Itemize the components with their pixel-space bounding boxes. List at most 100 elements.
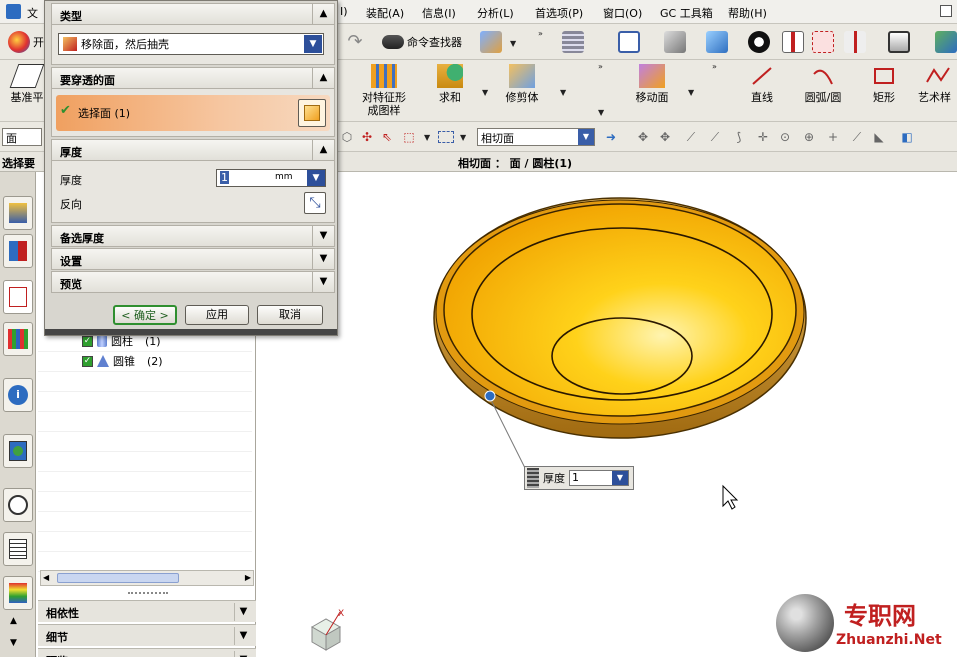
details-panel[interactable]: 细节 ▼ xyxy=(38,624,256,646)
info-tab[interactable]: i xyxy=(3,378,33,412)
fit-view-icon[interactable] xyxy=(618,31,640,53)
face-rule-select[interactable]: 相切面 ▼ xyxy=(477,128,595,146)
datum-plane-button[interactable]: 基准平 xyxy=(6,64,48,104)
menu-tools[interactable]: I) xyxy=(340,5,348,18)
3d-box-icon[interactable] xyxy=(935,31,957,53)
alt-thickness-section-header[interactable]: 备选厚度 ▼ xyxy=(51,225,335,247)
snap-center-icon[interactable]: ⊙ xyxy=(778,130,792,144)
feature-select-icon[interactable]: ⇖ xyxy=(380,130,394,144)
thickness-input[interactable]: 1 mm ▼ xyxy=(216,169,326,187)
pattern-feature-button[interactable]: 对特征形 成图样 xyxy=(354,64,414,117)
cancel-button[interactable]: 取消 xyxy=(257,305,323,325)
chevron-down-icon[interactable]: ▼ xyxy=(234,603,252,621)
menu-preferences[interactable]: 首选项(P) xyxy=(535,5,583,21)
toolbar-overflow-icon[interactable]: » xyxy=(712,62,717,71)
snap-on-face-icon[interactable]: ◣ xyxy=(872,130,886,144)
section-view-icon[interactable] xyxy=(782,31,804,53)
type-filter-select[interactable]: 面 xyxy=(2,128,42,146)
horizontal-scrollbar[interactable]: ◀ ▶ xyxy=(40,570,254,586)
redo-icon[interactable]: ↷ xyxy=(344,31,366,53)
move-face-button[interactable]: 移动面 xyxy=(628,64,676,104)
view-orient-icon[interactable] xyxy=(664,31,686,53)
palette-tab[interactable] xyxy=(3,576,33,610)
history-tab[interactable] xyxy=(3,488,33,522)
part-navigator-tab[interactable] xyxy=(3,196,33,230)
chevron-down-icon[interactable]: ▼ xyxy=(234,651,252,657)
chevron-down-icon[interactable]: ▼ xyxy=(460,133,466,142)
drag-grip-icon[interactable] xyxy=(527,468,539,488)
menu-help[interactable]: 帮助(H) xyxy=(728,5,767,21)
snap-curve-icon[interactable]: ⟆ xyxy=(732,130,746,144)
toolbar-overflow-icon[interactable]: » xyxy=(538,29,543,38)
snap-midpoint-icon[interactable]: ✥ xyxy=(658,130,672,144)
reverse-direction-button[interactable]: ⤡ xyxy=(304,192,326,214)
tree-item-cone[interactable]: ✓ 圆锥 (2) xyxy=(82,352,163,370)
chevron-down-icon[interactable]: ▼ xyxy=(612,471,628,485)
checkbox-checked-icon[interactable]: ✓ xyxy=(82,335,93,347)
scroll-right-icon[interactable]: ▶ xyxy=(245,573,251,582)
scroll-down-icon[interactable]: ▼ xyxy=(10,638,17,648)
rectangle-select-icon[interactable] xyxy=(438,131,454,143)
menu-window[interactable]: 窗口(O) xyxy=(603,5,642,21)
line-button[interactable]: 直线 xyxy=(744,64,780,104)
snap-on-curve-icon[interactable]: ⟋ xyxy=(850,130,864,144)
reuse-library-tab[interactable] xyxy=(3,322,33,356)
select-body-icon[interactable]: ⬡ xyxy=(340,130,354,144)
thickness-section-header[interactable]: 厚度 ▲ xyxy=(51,139,335,161)
window-restore-icon[interactable] xyxy=(940,5,952,17)
faces-section-header[interactable]: 要穿透的面 ▲ xyxy=(51,67,335,89)
panel-splitter[interactable] xyxy=(128,592,168,596)
face-select-icon[interactable]: ⬚ xyxy=(402,130,416,144)
web-browser-tab[interactable] xyxy=(3,434,33,468)
studio-spline-button[interactable]: 艺术样 xyxy=(918,64,957,104)
type-section-header[interactable]: 类型 ▲ xyxy=(51,3,335,25)
preview-section-header[interactable]: 预览 ▼ xyxy=(51,271,335,293)
graphics-window[interactable]: X 厚度 1 ▼ 专职网 Zhuanzhi.Net xyxy=(256,172,957,657)
preview-panel[interactable]: 预览▼ xyxy=(38,648,256,657)
command-finder-button[interactable]: 命令查找器 xyxy=(382,29,462,55)
chevron-down-icon[interactable]: ▼ xyxy=(424,133,430,142)
snap-existing-icon[interactable]: + xyxy=(826,130,840,144)
edge-display-icon[interactable] xyxy=(748,31,770,53)
ok-button[interactable]: < 确定 > xyxy=(113,305,177,325)
rectangle-button[interactable]: 矩形 xyxy=(866,64,902,104)
snap-intersection-icon[interactable]: ✛ xyxy=(756,130,770,144)
chevron-up-icon[interactable]: ▲ xyxy=(312,68,334,88)
chevron-up-icon[interactable]: ▲ xyxy=(312,4,334,24)
checkbox-checked-icon[interactable]: ✓ xyxy=(82,355,93,367)
menu-assemblies[interactable]: 装配(A) xyxy=(366,5,404,21)
part-tree-tab[interactable] xyxy=(3,280,33,314)
layer-icon[interactable] xyxy=(562,31,584,53)
toolbar-overflow-icon[interactable]: » xyxy=(598,62,603,71)
assembly-navigator-icon[interactable] xyxy=(480,31,502,53)
on-screen-input[interactable]: 厚度 1 ▼ xyxy=(524,466,634,490)
scrollbar-thumb[interactable] xyxy=(57,573,179,583)
chevron-down-icon[interactable]: ▼ xyxy=(312,226,334,246)
wireframe-icon[interactable] xyxy=(812,31,834,53)
menu-gc-toolkit[interactable]: GC 工具箱 xyxy=(660,5,713,21)
select-face-row[interactable]: ✔ 选择面 (1) xyxy=(56,95,330,131)
chevron-down-icon[interactable]: ▼ xyxy=(312,249,334,269)
arrow-right-icon[interactable]: ➜ xyxy=(604,130,618,144)
chevron-down-icon[interactable]: ▼ xyxy=(598,108,604,117)
chevron-down-icon[interactable]: ▼ xyxy=(234,627,252,645)
shell-part-model[interactable]: X xyxy=(256,172,957,657)
chevron-down-icon[interactable]: ▼ xyxy=(312,272,334,292)
process-studio-tab[interactable] xyxy=(3,532,33,566)
menu-information[interactable]: 信息(I) xyxy=(422,5,456,21)
select-face-button[interactable] xyxy=(298,99,326,127)
chevron-down-icon[interactable]: ▼ xyxy=(307,170,325,186)
screen-thickness-field[interactable]: 1 ▼ xyxy=(569,470,629,486)
scroll-left-icon[interactable]: ◀ xyxy=(43,573,49,582)
scroll-up-icon[interactable]: ▲ xyxy=(10,616,17,626)
snap-control-icon[interactable]: ⟋ xyxy=(708,130,722,144)
chevron-down-icon[interactable]: ▼ xyxy=(688,88,694,97)
snap-endpoint-icon[interactable]: ✥ xyxy=(636,130,650,144)
chevron-down-icon[interactable]: ▼ xyxy=(482,88,488,97)
menu-analysis[interactable]: 分析(L) xyxy=(477,5,514,21)
shell-type-select[interactable]: 移除面，然后抽壳 ▼ xyxy=(58,33,324,55)
trim-body-button[interactable]: 修剪体 xyxy=(498,64,546,104)
chevron-up-icon[interactable]: ▲ xyxy=(312,140,334,160)
arc-circle-button[interactable]: 圆弧/圆 xyxy=(798,64,848,104)
clip-icon[interactable] xyxy=(844,31,866,53)
